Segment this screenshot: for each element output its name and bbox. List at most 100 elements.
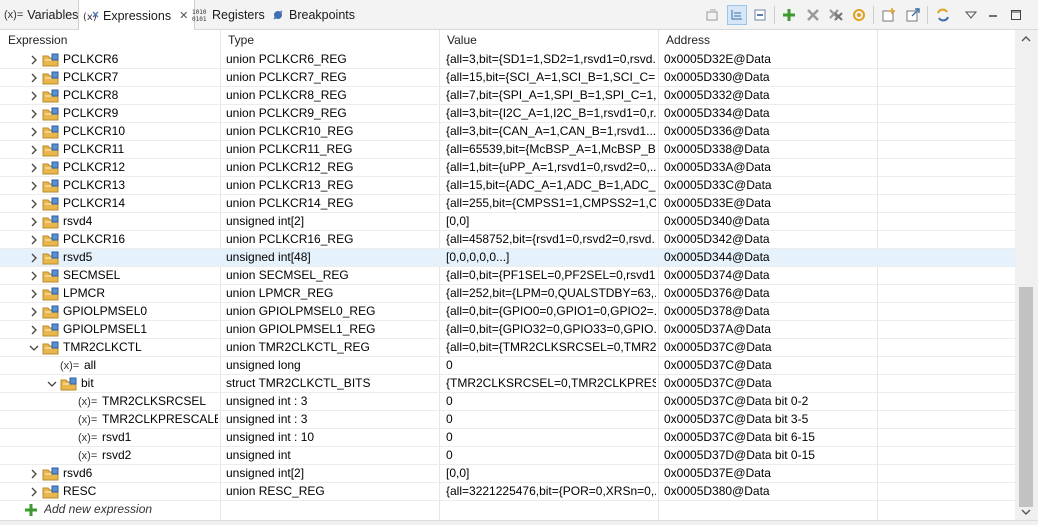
remove-expression-icon[interactable] [803,5,823,25]
chevron-right-icon[interactable] [28,285,40,302]
table-row[interactable]: PCLKCR14 union PCLKCR14_REG {all=255,bit={… [0,195,1015,213]
chevron-right-icon[interactable] [28,69,40,86]
chevron-right-icon[interactable] [28,195,40,212]
chevron-right-icon[interactable] [28,483,40,500]
refresh-expressions-icon[interactable] [849,5,869,25]
chevron-right-icon[interactable] [28,213,40,230]
table-row[interactable]: rsvd4 unsigned int[2] [0,0] 0x0005D340@Data [0,213,1015,231]
value-cell: {all=3,bit={I2C_A=1,I2C_B=1,rsvd1=0,r... [446,106,656,120]
close-icon[interactable]: ✕ [179,9,188,22]
chevron-right-icon[interactable] [28,123,40,140]
address-cell: 0x0005D342@Data [664,232,770,246]
column-header-expression[interactable]: Expression [0,30,220,50]
table-row[interactable]: RESC union RESC_REG {all=3221225476,bit={P… [0,483,1015,501]
table-row[interactable]: (x)= all unsigned long 0 0x0005D37C@Data [0,357,1015,375]
tab-expressions-label: Expressions [103,8,172,23]
table-row[interactable]: PCLKCR7 union PCLKCR7_REG {all=15,bit={SCI… [0,69,1015,87]
address-cell: 0x0005D340@Data [664,214,770,228]
chevron-right-icon[interactable] [28,249,40,266]
view-menu-icon[interactable] [961,5,981,25]
column-header-type[interactable]: Type [220,30,439,50]
table-row[interactable]: SECMSEL union SECMSEL_REG {all=0,bit={PF1S… [0,267,1015,285]
address-cell: 0x0005D37E@Data [664,466,771,480]
add-new-expression-row[interactable]: Add new expression [0,501,1015,519]
chevron-right-icon[interactable] [28,177,40,194]
table-row[interactable]: LPMCR union LPMCR_REG {all=252,bit={LPM=0,… [0,285,1015,303]
table-row[interactable]: PCLKCR13 union PCLKCR13_REG {all=15,bit={A… [0,177,1015,195]
chevron-right-icon[interactable] [28,267,40,284]
structure-icon [42,70,60,85]
structure-icon [42,268,60,283]
address-cell: 0x0005D37C@Data [664,358,772,372]
table-row[interactable]: (x)= rsvd1 unsigned int : 10 0 0x0005D37C@Da… [0,429,1015,447]
tab-expressions[interactable]: (x) Expressions ✕ [78,0,196,31]
variable-icon: (x)= [60,359,80,372]
scroll-up-icon[interactable] [1020,33,1032,45]
table-row[interactable]: PCLKCR12 union PCLKCR12_REG {all=1,bit={uP… [0,159,1015,177]
table-row[interactable]: TMR2CLKCTL union TMR2CLKCTL_REG {all=0,bit… [0,339,1015,357]
tab-registers[interactable]: 1010 0101 Registers [192,0,265,30]
new-watch-icon[interactable] [879,5,899,25]
expression-name: RESC [63,484,97,498]
type-cell: unsigned int[48] [226,250,311,264]
table-row[interactable]: (x)= TMR2CLKPRESCALE unsigned int : 3 0 0x00… [0,411,1015,429]
type-cell: unsigned int[2] [226,214,305,228]
remove-all-expressions-icon[interactable] [826,5,846,25]
export-icon[interactable] [903,5,923,25]
chevron-right-icon[interactable] [28,231,40,248]
type-cell: union SECMSEL_REG [226,268,349,282]
table-row[interactable]: PCLKCR10 union PCLKCR10_REG {all=3,bit={CA… [0,123,1015,141]
horizontal-scrollbar[interactable] [0,520,1038,525]
add-expression-icon[interactable] [779,5,799,25]
chevron-right-icon[interactable] [28,159,40,176]
value-cell: 0 [446,430,453,444]
maximize-icon[interactable] [1006,5,1026,25]
tab-breakpoints[interactable]: Breakpoints [271,0,355,30]
column-header-value[interactable]: Value [439,30,658,50]
table-row[interactable]: rsvd6 unsigned int[2] [0,0] 0x0005D37E@Data [0,465,1015,483]
chevron-right-icon[interactable] [28,105,40,122]
value-cell: 0 [446,412,453,426]
variables-icon: (x)= [4,9,24,21]
address-cell: 0x0005D33E@Data [664,196,771,210]
type-cell: union PCLKCR12_REG [226,160,354,174]
table-row[interactable]: PCLKCR6 union PCLKCR6_REG {all=3,bit={SD1=… [0,51,1015,69]
column-header-address[interactable]: Address [658,30,877,50]
table-row[interactable]: PCLKCR8 union PCLKCR8_REG {all=7,bit={SPI_… [0,87,1015,105]
address-cell: 0x0005D332@Data [664,88,770,102]
minimize-icon[interactable] [983,5,1003,25]
sync-icon[interactable] [933,5,953,25]
chevron-down-icon[interactable] [46,375,58,392]
chevron-right-icon[interactable] [28,51,40,68]
show-logical-structure-icon[interactable] [727,5,747,25]
chevron-down-icon[interactable] [28,339,40,356]
show-type-names-icon[interactable] [703,5,723,25]
collapse-all-icon[interactable] [750,5,770,25]
table-row[interactable]: bit struct TMR2CLKCTL_BITS {TMR2CLKSRCSEL=… [0,375,1015,393]
table-row[interactable]: PCLKCR9 union PCLKCR9_REG {all=3,bit={I2C_… [0,105,1015,123]
expression-name: TMR2CLKPRESCALE [102,412,218,426]
address-cell: 0x0005D374@Data [664,268,770,282]
table-row[interactable]: rsvd5 unsigned int[48] [0,0,0,0,0...] 0x000… [0,249,1015,267]
chevron-right-icon[interactable] [28,303,40,320]
expression-name: bit [81,376,94,390]
scrollbar-thumb[interactable] [1019,287,1033,507]
table-row[interactable]: GPIOLPMSEL0 union GPIOLPMSEL0_REG {all=0,b… [0,303,1015,321]
table-row[interactable]: PCLKCR11 union PCLKCR11_REG {all=65539,bit… [0,141,1015,159]
chevron-right-icon[interactable] [28,87,40,104]
value-cell: {all=3,bit={CAN_A=1,CAN_B=1,rsvd1... [446,124,656,138]
add-new-expression-label: Add new expression [44,502,153,516]
structure-icon [60,376,78,391]
tab-variables[interactable]: (x)= Variables [4,0,78,30]
chevron-right-icon[interactable] [28,141,40,158]
table-row[interactable]: (x)= rsvd2 unsigned int 0 0x0005D37D@Data bi… [0,447,1015,465]
chevron-right-icon[interactable] [28,321,40,338]
svg-text:0101: 0101 [192,16,207,22]
table-row[interactable]: GPIOLPMSEL1 union GPIOLPMSEL1_REG {all=0,b… [0,321,1015,339]
table-row[interactable]: PCLKCR16 union PCLKCR16_REG {all=458752,bi… [0,231,1015,249]
table-row[interactable]: (x)= TMR2CLKSRCSEL unsigned int : 3 0 0x0005… [0,393,1015,411]
scroll-down-icon[interactable] [1020,506,1032,518]
chevron-right-icon[interactable] [28,465,40,482]
vertical-scrollbar[interactable] [1015,30,1038,520]
expression-name: TMR2CLKSRCSEL [102,394,207,408]
